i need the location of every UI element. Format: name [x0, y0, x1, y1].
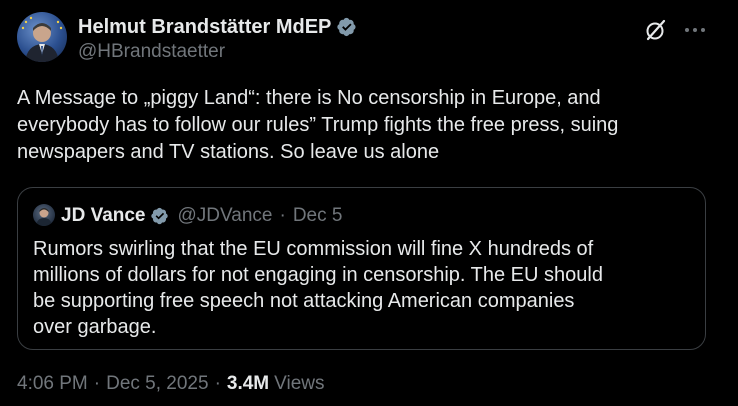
meta-separator: · — [93, 373, 101, 394]
author-handle[interactable]: @HBrandstaetter — [78, 41, 225, 63]
quoted-text-line: millions of dollars for not engaging in … — [33, 264, 603, 286]
views-count[interactable]: 3.4M — [227, 373, 269, 395]
quoted-author-avatar[interactable] — [33, 204, 55, 226]
quoted-handle[interactable]: @JDVance — [178, 205, 273, 227]
quoted-tweet-card[interactable]: JD Vance @JDVance · Dec 5 Rumors swirlin… — [17, 187, 706, 350]
post-date[interactable]: Dec 5, 2025 — [106, 373, 208, 395]
author-name-row: Helmut Brandstätter MdEP — [78, 14, 357, 40]
tweet: Helmut Brandstätter MdEP @HBrandstaetter… — [0, 0, 738, 406]
quoted-text: Rumors swirling that the EU commission w… — [33, 236, 698, 340]
views-label: Views — [274, 373, 325, 394]
meta-separator: · — [214, 373, 221, 394]
tweet-text-line: newspapers and TV stations. So leave us … — [17, 141, 440, 163]
quoted-display-name[interactable]: JD Vance — [61, 205, 146, 227]
tweet-text-line: everybody has to follow our rules” Trump… — [17, 114, 619, 136]
quoted-date[interactable]: Dec 5 — [293, 205, 343, 227]
tweet-text-line: A Message to „piggy Land“: there is No c… — [17, 87, 601, 109]
post-time[interactable]: 4:06 PM — [17, 373, 88, 395]
tweet-text: A Message to „piggy Land“: there is No c… — [17, 85, 717, 166]
more-options-icon[interactable] — [682, 20, 708, 40]
tweet-meta: 4:06 PM · Dec 5, 2025 · 3.4M Views — [17, 372, 324, 396]
quoted-text-line: Rumors swirling that the EU commission w… — [33, 238, 594, 260]
grok-icon[interactable] — [644, 18, 668, 42]
verified-badge-icon[interactable] — [150, 207, 169, 225]
author-display-name[interactable]: Helmut Brandstätter MdEP — [78, 16, 331, 39]
quoted-header: JD Vance @JDVance · Dec 5 — [61, 203, 342, 229]
quoted-text-line: be supporting free speech not attacking … — [33, 290, 575, 312]
author-avatar[interactable] — [17, 12, 67, 62]
verified-badge-icon[interactable] — [337, 17, 357, 37]
quoted-meta-separator: · — [279, 205, 286, 226]
quoted-text-line: over garbage. — [33, 316, 157, 338]
